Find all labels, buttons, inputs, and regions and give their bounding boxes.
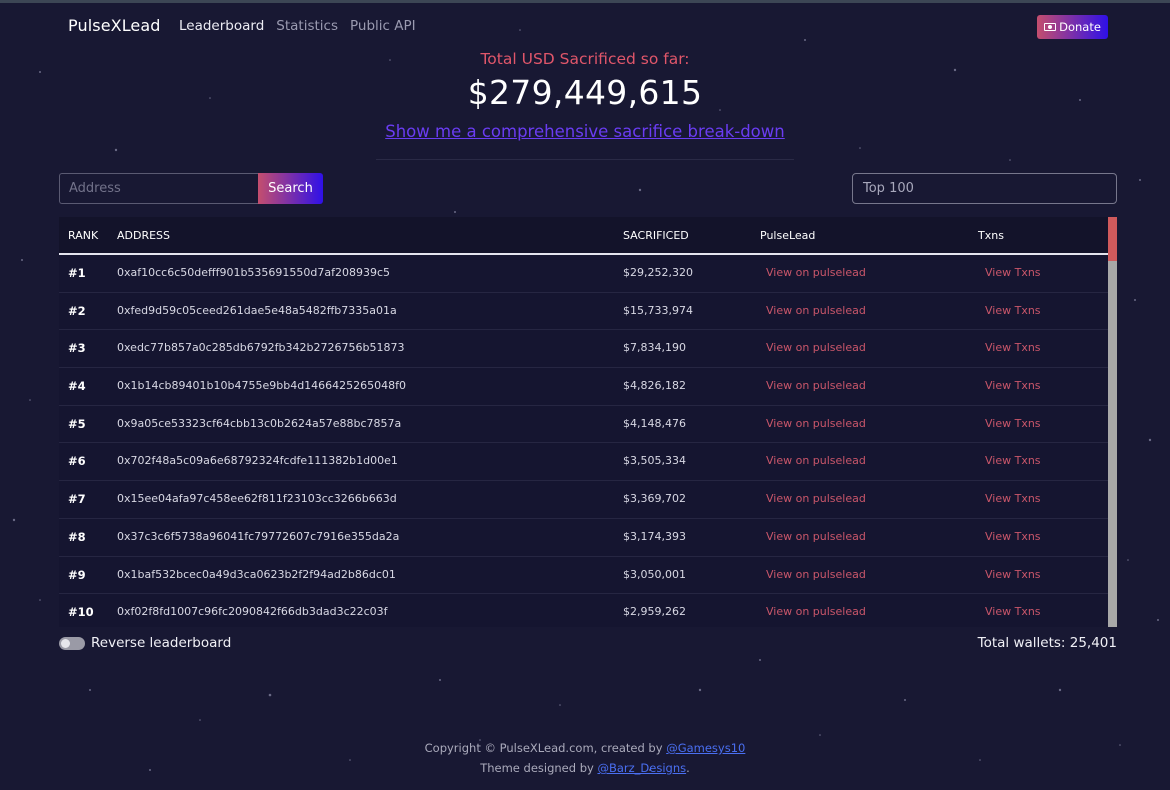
leaderboard-table-body: RANK ADDRESS SACRIFICED PulseLead Txns #… [59, 217, 1108, 627]
row-address: 0x1b14cb89401b10b4755e9bb4d1466425265048… [117, 379, 407, 393]
table-scrollbar[interactable] [1108, 217, 1117, 627]
table-row: #8 0x37c3c6f5738a96041fc79772607c7916e35… [59, 518, 1108, 557]
table-row: #7 0x15ee04afa97c458ee62f811f23103cc3266… [59, 481, 1108, 519]
view-on-pulselead-link[interactable]: View on pulselead [766, 341, 866, 354]
view-on-pulselead-link[interactable]: View on pulselead [766, 492, 866, 505]
money-icon [1044, 23, 1057, 31]
view-on-pulselead-link[interactable]: View on pulselead [766, 417, 866, 430]
view-txns-link[interactable]: View Txns [985, 568, 1041, 581]
table-scroll-thumb[interactable] [1108, 217, 1117, 261]
view-txns-link[interactable]: View Txns [985, 379, 1041, 392]
row-rank: #2 [68, 303, 86, 318]
row-address: 0x15ee04afa97c458ee62f811f23103cc3266b66… [117, 492, 397, 506]
row-address: 0x702f48a5c09a6e68792324fcdfe111382b1d00… [117, 454, 398, 468]
sacrifice-breakdown-link[interactable]: Show me a comprehensive sacrifice break-… [385, 122, 784, 141]
view-txns-link[interactable]: View Txns [985, 492, 1041, 505]
nav-link-public-api[interactable]: Public API [350, 18, 416, 34]
leaderboard-table: RANK ADDRESS SACRIFICED PulseLead Txns #… [59, 217, 1117, 627]
row-rank: #3 [68, 341, 86, 356]
view-on-pulselead-link[interactable]: View on pulselead [766, 304, 866, 317]
row-rank: #4 [68, 379, 86, 394]
row-rank: #10 [68, 605, 94, 620]
theme-credit-text: Theme designed by [480, 761, 598, 775]
table-row: #2 0xfed9d59c05ceed261dae5e48a5482ffb733… [59, 292, 1108, 331]
row-rank: #8 [68, 529, 86, 544]
address-search-input[interactable] [59, 173, 259, 204]
row-sacrificed: $3,050,001 [623, 567, 686, 581]
header-pulselead: PulseLead [760, 229, 816, 242]
donate-label: Donate [1059, 20, 1101, 34]
total-sacrificed-amount: $279,449,615 [467, 73, 703, 112]
reverse-leaderboard-label: Reverse leaderboard [91, 635, 232, 651]
table-row: #9 0x1baf532bcec0a49d3ca0623b2f2f94ad2b8… [59, 556, 1108, 595]
donate-button[interactable]: Donate [1037, 15, 1108, 39]
row-rank: #6 [68, 454, 86, 469]
reverse-leaderboard-toggle[interactable] [59, 637, 85, 650]
row-sacrificed: $29,252,320 [623, 266, 693, 279]
top-n-select[interactable]: Top 100 [852, 173, 1117, 204]
nav-link-statistics[interactable]: Statistics [276, 18, 338, 34]
breakdown-link-wrap: Show me a comprehensive sacrifice break-… [0, 122, 1170, 141]
table-row: #10 0xf02f8fd1007c96fc2090842f66db3dad3c… [59, 594, 1108, 627]
theme-credit-period: . [686, 761, 690, 775]
row-address: 0x1baf532bcec0a49d3ca0623b2f2f94ad2b86dc… [117, 567, 396, 581]
row-sacrificed: $3,505,334 [623, 454, 686, 468]
row-address: 0x9a05ce53323cf64cbb13c0b2624a57e88bc785… [117, 416, 402, 430]
view-on-pulselead-link[interactable]: View on pulselead [766, 266, 866, 279]
row-sacrificed: $3,174,393 [623, 529, 686, 543]
view-txns-link[interactable]: View Txns [985, 530, 1041, 543]
table-row: #1 0xaf10cc6c50defff901b535691550d7af208… [59, 255, 1108, 293]
row-sacrificed: $3,369,702 [623, 492, 686, 506]
row-address: 0xedc77b857a0c285db6792fb342b2726756b518… [117, 341, 405, 355]
view-txns-link[interactable]: View Txns [985, 304, 1041, 317]
row-sacrificed: $15,733,974 [623, 303, 693, 317]
view-on-pulselead-link[interactable]: View on pulselead [766, 605, 866, 618]
row-sacrificed: $2,959,262 [623, 605, 686, 619]
table-row: #3 0xedc77b857a0c285db6792fb342b2726756b… [59, 330, 1108, 369]
window-top-border [0, 0, 1170, 3]
designer-link[interactable]: @Barz_Designs [597, 761, 686, 775]
creator-link[interactable]: @Gamesys10 [666, 741, 745, 755]
top-navbar: PulseXLead Leaderboard Statistics Public… [68, 15, 1108, 39]
row-address: 0xfed9d59c05ceed261dae5e48a5482ffb7335a0… [117, 303, 397, 317]
header-address: ADDRESS [117, 229, 171, 242]
view-on-pulselead-link[interactable]: View on pulselead [766, 454, 866, 467]
table-row: #6 0x702f48a5c09a6e68792324fcdfe111382b1… [59, 443, 1108, 482]
header-sacrificed: SACRIFICED [623, 229, 689, 242]
view-txns-link[interactable]: View Txns [985, 454, 1041, 467]
view-on-pulselead-link[interactable]: View on pulselead [766, 568, 866, 581]
row-rank: #7 [68, 492, 86, 507]
row-rank: #5 [68, 416, 86, 431]
nav-links: Leaderboard Statistics Public API [179, 18, 416, 34]
view-on-pulselead-link[interactable]: View on pulselead [766, 530, 866, 543]
row-address: 0x37c3c6f5738a96041fc79772607c7916e355da… [117, 529, 400, 543]
copyright-text: Copyright © PulseXLead.com, created by [424, 741, 667, 755]
row-sacrificed: $4,148,476 [623, 416, 686, 430]
view-txns-link[interactable]: View Txns [985, 266, 1041, 279]
brand-logo[interactable]: PulseXLead [68, 16, 161, 35]
header-rank: RANK [68, 229, 99, 242]
header-txns: Txns [978, 229, 1004, 242]
nav-link-leaderboard[interactable]: Leaderboard [179, 18, 264, 34]
copyright-line: Copyright © PulseXLead.com, created by @… [0, 741, 1170, 755]
table-header: RANK ADDRESS SACRIFICED PulseLead Txns [59, 217, 1108, 255]
row-sacrificed: $4,826,182 [623, 379, 686, 393]
hero-divider [376, 159, 794, 160]
row-sacrificed: $7,834,190 [623, 341, 686, 355]
view-txns-link[interactable]: View Txns [985, 605, 1041, 618]
theme-credit-line: Theme designed by @Barz_Designs. [0, 761, 1170, 775]
table-row: #4 0x1b14cb89401b10b4755e9bb4d1466425265… [59, 368, 1108, 406]
total-sacrificed-label: Total USD Sacrificed so far: [480, 50, 690, 68]
row-rank: #1 [68, 266, 86, 280]
view-txns-link[interactable]: View Txns [985, 417, 1041, 430]
total-wallets-count: Total wallets: 25,401 [977, 635, 1117, 651]
row-rank: #9 [68, 567, 86, 582]
search-button[interactable]: Search [258, 173, 323, 204]
row-address: 0xaf10cc6c50defff901b535691550d7af208939… [117, 266, 391, 279]
row-address: 0xf02f8fd1007c96fc2090842f66db3dad3c22c0… [117, 605, 388, 619]
view-txns-link[interactable]: View Txns [985, 341, 1041, 354]
table-row: #5 0x9a05ce53323cf64cbb13c0b2624a57e88bc… [59, 405, 1108, 444]
view-on-pulselead-link[interactable]: View on pulselead [766, 379, 866, 392]
